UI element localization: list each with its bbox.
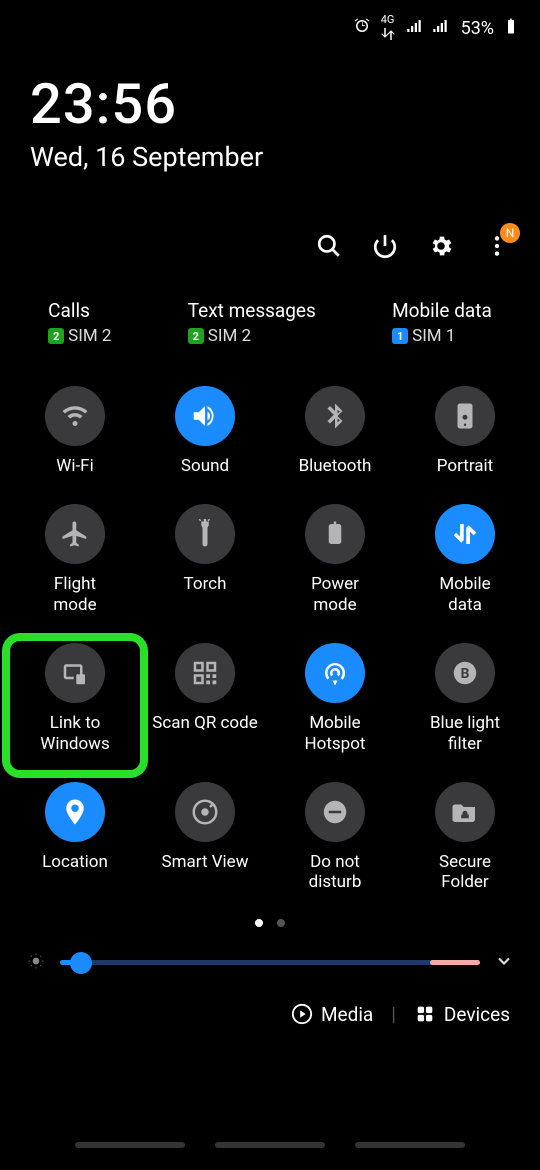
sim-row: Calls 2 SIM 2 Text messages 2 SIM 2 Mobi…: [0, 263, 540, 346]
battery-icon: [502, 17, 520, 40]
tile-label: Portrait: [437, 456, 493, 476]
devices-button[interactable]: Devices: [414, 1003, 510, 1026]
signal-icon: [405, 17, 423, 40]
tile-smartview[interactable]: Smart View: [140, 772, 270, 911]
tile-label: Bluetooth: [299, 456, 372, 476]
tile-label: Link to Windows: [40, 713, 109, 754]
network-type-icon: 4G: [379, 14, 397, 43]
clock-date[interactable]: Wed, 16 September: [30, 141, 510, 173]
power-icon: [305, 504, 365, 564]
status-bar: 4G 53%: [0, 0, 540, 43]
portrait-icon: [435, 386, 495, 446]
sim-data[interactable]: Mobile data 1 SIM 1: [392, 299, 492, 346]
navigation-bar: [0, 1142, 540, 1148]
tile-flight[interactable]: Flight mode: [10, 494, 140, 633]
tile-dnd[interactable]: Do not disturb: [270, 772, 400, 911]
power-icon: [372, 233, 398, 259]
tile-label: Power mode: [311, 574, 359, 615]
wifi-icon: [45, 386, 105, 446]
tile-bluelight[interactable]: Blue light filter: [400, 633, 530, 772]
quick-tiles: Wi-Fi Sound Bluetooth Portrait Flight mode To…: [0, 346, 540, 911]
utility-row: N: [0, 173, 540, 263]
alarm-icon: [353, 17, 371, 40]
gear-icon: [428, 233, 454, 259]
bluetooth-icon: [305, 386, 365, 446]
sim-calls[interactable]: Calls 2 SIM 2: [48, 299, 111, 346]
footer-separator: |: [391, 1003, 396, 1026]
power-button[interactable]: [372, 233, 398, 263]
battery-pct: 53%: [461, 18, 494, 39]
smartview-icon: [175, 782, 235, 842]
search-icon: [316, 233, 342, 259]
tile-scanqr[interactable]: Scan QR code: [140, 633, 270, 772]
footer-row: Media | Devices: [0, 975, 540, 1026]
location-icon: [45, 782, 105, 842]
tile-label: Mobile data: [439, 574, 490, 615]
tile-securefolder[interactable]: Secure Folder: [400, 772, 530, 911]
clock-time[interactable]: 23:56: [30, 71, 510, 137]
securefolder-icon: [435, 782, 495, 842]
tile-label: Flight mode: [53, 574, 96, 615]
search-button[interactable]: [316, 233, 342, 263]
bluelight-icon: [435, 643, 495, 703]
dnd-icon: [305, 782, 365, 842]
play-icon: [291, 1003, 313, 1025]
sim-texts[interactable]: Text messages 2 SIM 2: [188, 299, 316, 346]
page-indicator[interactable]: [0, 919, 540, 927]
linkwindows-icon: [45, 643, 105, 703]
brightness-slider[interactable]: [60, 960, 480, 965]
sound-icon: [175, 386, 235, 446]
sim1-badge-icon: 1: [392, 328, 408, 344]
hotspot-icon: [305, 643, 365, 703]
settings-button[interactable]: [428, 233, 454, 263]
more-badge: N: [500, 223, 520, 243]
media-button[interactable]: Media: [291, 1003, 373, 1026]
tile-mobiledata[interactable]: Mobile data: [400, 494, 530, 633]
mobiledata-icon: [435, 504, 495, 564]
brightness-expand[interactable]: [494, 951, 514, 975]
tile-wifi[interactable]: Wi-Fi: [10, 376, 140, 494]
tile-label: Smart View: [162, 852, 249, 872]
tile-label: Location: [42, 852, 108, 872]
brightness-thumb[interactable]: [70, 952, 92, 974]
nav-home[interactable]: [215, 1142, 325, 1148]
tile-power[interactable]: Power mode: [270, 494, 400, 633]
tile-label: Sound: [181, 456, 229, 476]
tile-torch[interactable]: Torch: [140, 494, 270, 633]
tile-label: Secure Folder: [439, 852, 491, 893]
pager-dot-1: [255, 919, 263, 927]
clock-block: 23:56 Wed, 16 September: [0, 43, 540, 173]
more-button[interactable]: N: [484, 233, 510, 263]
tile-label: Scan QR code: [152, 713, 257, 733]
scanqr-icon: [175, 643, 235, 703]
tile-label: Do not disturb: [309, 852, 362, 893]
tile-location[interactable]: Location: [10, 772, 140, 911]
nav-back[interactable]: [355, 1142, 465, 1148]
tile-label: Mobile Hotspot: [305, 713, 366, 754]
devices-icon: [414, 1003, 436, 1025]
tile-hotspot[interactable]: Mobile Hotspot: [270, 633, 400, 772]
tile-bluetooth[interactable]: Bluetooth: [270, 376, 400, 494]
brightness-row: [0, 927, 540, 975]
tile-portrait[interactable]: Portrait: [400, 376, 530, 494]
tile-sound[interactable]: Sound: [140, 376, 270, 494]
sim2-badge-icon: 2: [48, 328, 64, 344]
nav-recents[interactable]: [75, 1142, 185, 1148]
brightness-icon: [26, 951, 46, 975]
pager-dot-2: [277, 919, 285, 927]
flight-icon: [45, 504, 105, 564]
tile-label: Wi-Fi: [56, 456, 93, 476]
tile-label: Torch: [184, 574, 227, 594]
tile-linkwindows[interactable]: Link to Windows: [10, 633, 140, 772]
signal-icon-2: [431, 17, 449, 40]
torch-icon: [175, 504, 235, 564]
tile-label: Blue light filter: [430, 713, 500, 754]
sim2-badge-icon: 2: [188, 328, 204, 344]
